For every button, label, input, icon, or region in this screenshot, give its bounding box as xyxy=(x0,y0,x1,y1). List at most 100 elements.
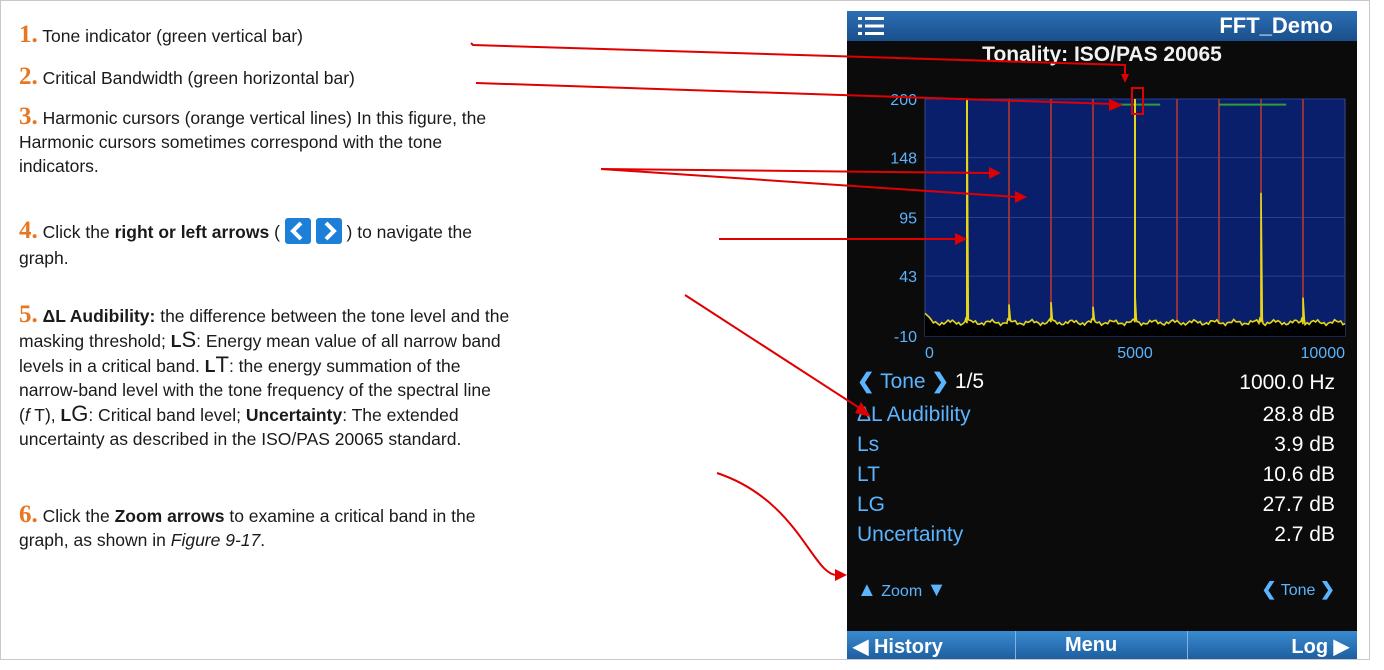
readout-value: 28.8 dB xyxy=(1262,403,1335,426)
item-text: Click the xyxy=(42,222,115,242)
y-tick-label: 148 xyxy=(890,151,917,168)
readout-label: ΔL Audibility xyxy=(857,403,971,426)
desc-item-5: 5. ΔL Audibility: the difference between… xyxy=(19,301,739,451)
readout-row: ΔL Audibility 28.8 dB xyxy=(847,401,1357,431)
tone-label: Tone xyxy=(880,370,926,393)
item-number: 5. xyxy=(19,301,38,328)
item-number: 2. xyxy=(19,63,38,90)
device-screen: FFT_Demo Tonality: ISO/PAS 20065 200 148 9… xyxy=(847,11,1357,659)
y-tick-label: 95 xyxy=(899,211,917,228)
item-text: narrow-band level with the tone frequenc… xyxy=(19,380,491,400)
item-text: G xyxy=(71,401,89,426)
zoom-in-button[interactable]: ▲ xyxy=(857,579,877,601)
readout-row: LG 27.7 dB xyxy=(847,491,1357,521)
item-number: 4. xyxy=(19,217,38,244)
item-text: : Energy mean value of all narrow band xyxy=(196,331,501,351)
zoom-control: ▲ Zoom ▼ xyxy=(857,579,946,602)
item-text: S xyxy=(181,327,197,352)
readout-value: 3.9 dB xyxy=(1274,433,1335,456)
readout-label: LG xyxy=(857,493,886,516)
log-softkey[interactable]: Log ▶ xyxy=(1291,634,1349,659)
item-text: indicators. xyxy=(19,156,99,176)
item-text: : The extended xyxy=(342,405,459,425)
zoom-label: Zoom xyxy=(881,583,923,600)
readout-value: 27.7 dB xyxy=(1262,493,1335,516)
softkey-label: History xyxy=(873,636,943,658)
item-text: Harmonic cursors (orange vertical lines)… xyxy=(42,108,487,128)
menu-softkey[interactable]: Menu xyxy=(1065,634,1117,657)
zoom-out-button[interactable]: ▼ xyxy=(927,579,947,601)
item-text: masking threshold; xyxy=(19,331,171,351)
tone-next-button[interactable]: ❯ xyxy=(931,370,949,393)
item-text: graph, as shown in xyxy=(19,530,171,550)
right-arrow-icon xyxy=(315,218,342,245)
tone-prev-button[interactable]: ❮ xyxy=(857,370,875,393)
item-text: T xyxy=(215,352,229,377)
item-bold: L xyxy=(60,405,72,425)
desc-item-2: 2. Critical Bandwidth (green horizontal … xyxy=(19,63,739,90)
x-tick-label: 10000 xyxy=(1301,345,1346,362)
tone-navigator: ❮ Tone ❯ 1/5 xyxy=(857,369,984,394)
x-tick-label: 0 xyxy=(925,345,934,362)
hamburger-menu-icon[interactable] xyxy=(857,14,885,38)
tone-frequency: 1000.0 Hz xyxy=(1239,371,1335,394)
item-bold: L xyxy=(170,331,182,351)
item-text: levels in a critical band. xyxy=(19,356,205,376)
item-text: Harmonic cursors sometimes correspond wi… xyxy=(19,132,443,152)
item-text: : the energy summation of the xyxy=(228,356,461,376)
y-tick-label: 43 xyxy=(899,269,917,286)
readout-value: 10.6 dB xyxy=(1262,463,1335,486)
item-italic: Figure 9-17 xyxy=(170,530,261,550)
title-bar: FFT_Demo xyxy=(847,11,1357,41)
tone-index: 1/5 xyxy=(954,370,985,393)
tone-nav-prev-button[interactable]: ❮ xyxy=(1262,579,1277,599)
item-text: . xyxy=(260,530,266,550)
item-text: Tone indicator (green vertical bar) xyxy=(42,26,303,46)
tone-nav-control: ❮ Tone ❯ xyxy=(1262,579,1336,600)
item-number: 1. xyxy=(19,21,38,48)
y-tick-label: -10 xyxy=(894,329,917,346)
item-bold: ΔL Audibility: xyxy=(42,306,156,326)
item-bold: Uncertainty xyxy=(245,405,343,425)
readout-row: Ls 3.9 dB xyxy=(847,431,1357,461)
item-bold: Zoom arrows xyxy=(114,506,225,526)
item-text: to examine a critical band in the xyxy=(224,506,476,526)
item-text: ( xyxy=(269,222,280,242)
desc-item-1: 1. Tone indicator (green vertical bar) xyxy=(19,21,739,48)
softkey-label: Menu xyxy=(1065,634,1118,656)
readout-row: Uncertainty 2.7 dB xyxy=(847,521,1357,551)
tone-row: ❮ Tone ❯ 1/5 1000.0 Hz xyxy=(847,369,1357,399)
item-text: T), xyxy=(29,405,61,425)
figure-frame: 1. Tone indicator (green vertical bar) 2… xyxy=(0,0,1370,660)
item-number: 3. xyxy=(19,103,38,130)
tone-nav-next-button[interactable]: ❯ xyxy=(1320,579,1335,599)
readout-label: Uncertainty xyxy=(857,523,964,546)
history-softkey[interactable]: ◀ History xyxy=(853,634,943,659)
readout-label: Ls xyxy=(857,433,880,456)
item-bold: L xyxy=(204,356,216,376)
readout-row: LT 10.6 dB xyxy=(847,461,1357,491)
item-bold: right or left arrows xyxy=(114,222,270,242)
app-title: FFT_Demo xyxy=(1219,13,1333,38)
item-text: the difference between the tone level an… xyxy=(155,306,510,326)
callout-6-arrowhead xyxy=(835,569,847,581)
item-text: uncertainty as described in the ISO/PAS … xyxy=(19,429,462,449)
item-text: : Critical band level; xyxy=(88,405,246,425)
item-text: ) to navigate the xyxy=(341,222,473,242)
softkey-label: Log xyxy=(1291,636,1329,658)
readout-value: 2.7 dB xyxy=(1274,523,1335,546)
left-arrow-icon xyxy=(284,218,311,245)
item-text: Critical Bandwidth (green horizontal bar… xyxy=(42,68,355,88)
desc-item-6: 6. Click the Zoom arrows to examine a cr… xyxy=(19,501,739,552)
desc-item-3: 3. Harmonic cursors (orange vertical lin… xyxy=(19,103,739,178)
x-tick-label: 5000 xyxy=(1117,345,1153,362)
screen-title: Tonality: ISO/PAS 20065 xyxy=(982,43,1222,66)
spectrum-chart: 200 148 95 43 -10 0 5000 10000 xyxy=(890,92,1346,362)
item-text: graph. xyxy=(19,248,69,269)
softkey-divider xyxy=(1187,631,1188,659)
y-tick-label: 200 xyxy=(890,92,917,109)
item-number: 6. xyxy=(19,501,38,528)
desc-item-4: 4. Click the right or left arrows ( ) to… xyxy=(19,217,739,270)
softkey-bar: ◀ History Menu Log ▶ xyxy=(847,631,1357,659)
item-text: Click the xyxy=(42,506,115,526)
